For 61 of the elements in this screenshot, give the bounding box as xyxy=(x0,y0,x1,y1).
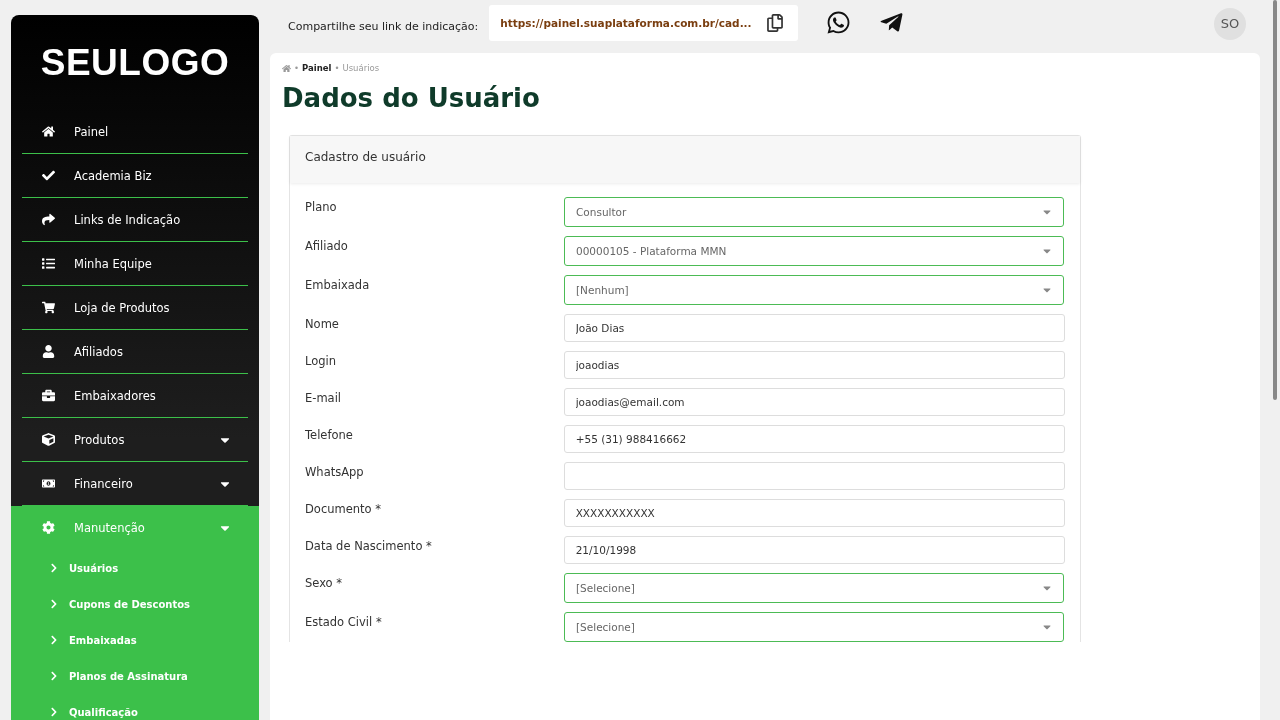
sidebar-item[interactable]: Afiliados xyxy=(22,330,248,374)
page-title: Dados do Usuário xyxy=(282,83,541,113)
breadcrumb-separator: • xyxy=(334,63,340,73)
field-label: Telefone xyxy=(305,427,354,442)
list-icon xyxy=(42,257,55,270)
sidebar-item[interactable]: Painel xyxy=(22,110,248,154)
sidebar-item[interactable]: Loja de Produtos xyxy=(22,286,248,330)
field-label: Sexo * xyxy=(305,575,344,590)
input-field[interactable]: João Dias xyxy=(563,314,1065,342)
field-label: Data de Nascimento * xyxy=(305,538,433,553)
select-field[interactable]: [Nenhum] xyxy=(564,275,1064,305)
input-field[interactable] xyxy=(563,462,1065,490)
select-field[interactable]: [Selecione] xyxy=(564,573,1064,603)
sidebar-item[interactable]: Minha Equipe xyxy=(22,242,248,286)
breadcrumb-current: Usuários xyxy=(342,63,380,73)
breadcrumb-separator: • xyxy=(294,63,299,73)
field-label: WhatsApp xyxy=(305,464,365,479)
field-label: Afiliado xyxy=(305,238,349,253)
input-field[interactable]: +55 (31) 988416662 xyxy=(563,425,1065,453)
sidebar-item[interactable]: Embaixadores xyxy=(22,374,248,418)
share-label: Compartilhe seu link de indicação: xyxy=(288,20,479,33)
user-avatar[interactable]: SO xyxy=(1214,7,1246,40)
sidebar-item[interactable]: Produtos xyxy=(22,418,248,462)
chevron-icon xyxy=(49,635,59,645)
input-field[interactable]: joaodias xyxy=(563,351,1065,379)
whatsapp-icon[interactable] xyxy=(825,10,851,35)
field-label: Documento * xyxy=(305,501,383,516)
chevron-icon xyxy=(49,599,59,609)
input-field[interactable]: joaodias@email.com xyxy=(563,388,1065,416)
input-field[interactable]: 21/10/1998 xyxy=(563,536,1065,564)
select-field[interactable]: Consultor xyxy=(564,197,1064,227)
cart-icon xyxy=(42,301,55,314)
form-header: Cadastro de usuário xyxy=(290,136,1080,183)
home-icon xyxy=(42,125,55,138)
home-icon[interactable] xyxy=(282,63,291,73)
field-label: Nome xyxy=(305,316,340,331)
sidebar-item[interactable]: Academia Biz xyxy=(22,154,248,198)
field-label: E-mail xyxy=(305,390,343,405)
gear-icon xyxy=(42,521,55,534)
field-label: Embaixada xyxy=(305,277,371,292)
select-field[interactable]: [Selecione] xyxy=(564,612,1064,642)
input-field[interactable]: XXXXXXXXXXX xyxy=(563,499,1065,527)
sidebar-item[interactable]: Links de Indicação xyxy=(22,198,248,242)
share-arrow-icon xyxy=(42,213,55,226)
logo: SEULOGO xyxy=(39,41,231,85)
field-label: Login xyxy=(305,353,338,368)
cube-icon xyxy=(42,433,55,446)
field-label: Estado Civil * xyxy=(305,614,383,629)
referral-link[interactable]: https://painel.suaplataforma.com.br/cad... xyxy=(500,16,752,29)
select-field[interactable]: 00000105 - Plataforma MMN xyxy=(564,236,1064,266)
check-icon xyxy=(42,169,55,182)
copy-icon[interactable] xyxy=(765,13,784,32)
chevron-icon xyxy=(49,563,59,573)
chevron-icon xyxy=(49,707,59,717)
banknote-icon xyxy=(42,477,55,490)
scrollbar[interactable] xyxy=(1273,0,1277,400)
breadcrumb-link[interactable]: Painel xyxy=(302,63,332,73)
chevron-icon xyxy=(49,671,59,681)
field-label: Plano xyxy=(305,199,338,214)
user-icon xyxy=(42,345,55,358)
briefcase-icon xyxy=(42,389,55,402)
